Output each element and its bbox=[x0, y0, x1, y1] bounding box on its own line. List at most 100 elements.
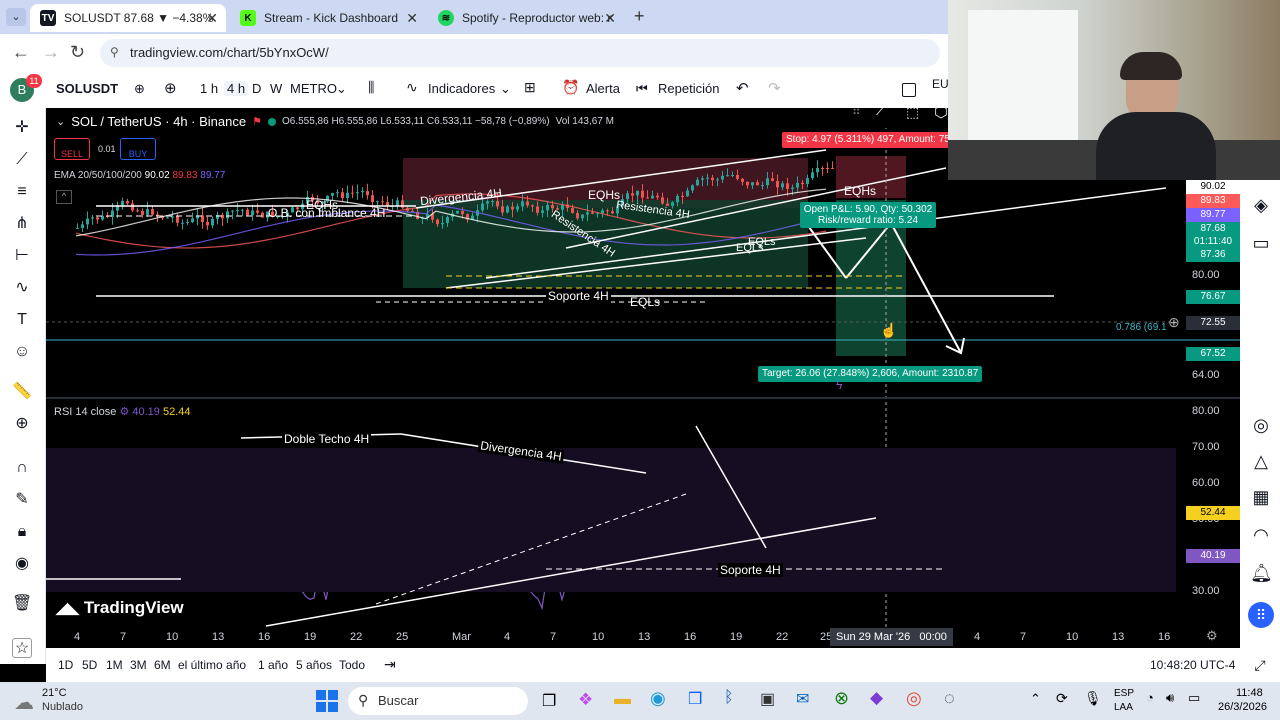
signal-icon[interactable]: ◠ bbox=[1250, 524, 1272, 546]
flag-icon[interactable]: ⚑ bbox=[252, 115, 262, 128]
taskbar-date[interactable]: 26/3/2026 bbox=[1218, 701, 1267, 713]
collapse-icon[interactable]: ⌄ bbox=[56, 115, 65, 128]
edge-icon[interactable]: ◉ bbox=[650, 688, 666, 709]
range-6m[interactable]: 6M bbox=[154, 658, 171, 672]
add-symbol-icon[interactable]: ⊕ bbox=[164, 79, 177, 97]
symbol-search[interactable]: SOLUSDT bbox=[56, 81, 118, 96]
redo-icon[interactable]: ↷ bbox=[768, 79, 781, 97]
date-range-icon[interactable]: ⇥ bbox=[384, 656, 396, 673]
pattern-icon[interactable]: ∿ bbox=[12, 278, 32, 298]
tab-spotify[interactable]: ≋ Spotify - Reproductor web: mú ✕ bbox=[428, 4, 624, 32]
bell-icon[interactable]: 🔔︎ bbox=[1250, 562, 1273, 584]
star-icon[interactable]: ☆ bbox=[12, 638, 32, 658]
chevron-down-icon[interactable]: ⌄ bbox=[500, 81, 511, 97]
magnet-icon[interactable]: ∩ bbox=[12, 458, 32, 478]
chart-type-select[interactable]: METRO bbox=[290, 81, 337, 96]
interval-d[interactable]: D bbox=[252, 81, 261, 96]
interval-1h[interactable]: 1 h bbox=[200, 81, 218, 96]
drag-handle-icon[interactable]: ⠿ bbox=[852, 108, 861, 118]
candles-icon[interactable]: ⫼ bbox=[368, 79, 374, 96]
axis-settings-icon[interactable]: ⚙ bbox=[1206, 628, 1218, 644]
tab-kick[interactable]: K Stream - Kick Dashboard ✕ bbox=[230, 4, 426, 32]
range-1d[interactable]: 1D bbox=[58, 658, 73, 672]
zoom-icon[interactable]: ⊕ bbox=[12, 414, 32, 434]
undo-icon[interactable]: ↶ bbox=[736, 79, 749, 97]
range-all[interactable]: Todo bbox=[339, 658, 365, 672]
crosshair-icon[interactable]: ✛ bbox=[12, 118, 32, 138]
taskbar-time[interactable]: 11:48 bbox=[1236, 687, 1263, 699]
start-button[interactable] bbox=[316, 690, 338, 712]
trendline-icon[interactable]: ⟋ bbox=[12, 150, 32, 170]
file-explorer-icon[interactable]: ▬ bbox=[614, 689, 631, 709]
lock-icon[interactable]: 🔒︎ bbox=[12, 522, 32, 542]
layout-icon[interactable] bbox=[902, 83, 916, 97]
wifi-icon[interactable]: ◔ bbox=[1146, 690, 1154, 705]
chart-canvas[interactable] bbox=[46, 108, 1240, 648]
horizontal-lines-icon[interactable]: ≡ bbox=[12, 182, 32, 202]
tray-overflow-icon[interactable]: ⌃ bbox=[1030, 691, 1041, 707]
trash-icon[interactable]: 🗑︎ bbox=[12, 594, 32, 614]
battery-icon[interactable]: ▭ bbox=[1188, 690, 1200, 706]
task-view-icon[interactable]: ❐ bbox=[542, 691, 556, 711]
dropbox-icon[interactable]: ❒ bbox=[688, 689, 702, 709]
rsi-settings-icon[interactable]: ⚙ bbox=[119, 406, 129, 418]
range-5y[interactable]: 5 años bbox=[296, 658, 332, 672]
xbox-icon[interactable]: ⊗ bbox=[834, 688, 849, 709]
pitchfork-icon[interactable]: ⋔ bbox=[12, 214, 32, 234]
indicators-button[interactable]: Indicadores bbox=[428, 81, 495, 96]
bottom-right-corner[interactable]: ⤢ bbox=[1240, 648, 1280, 682]
eye-icon[interactable]: ◉ bbox=[12, 554, 32, 574]
alert-button[interactable]: Alerta bbox=[586, 81, 620, 96]
range-ytd[interactable]: el último año bbox=[178, 658, 246, 672]
chart-pane[interactable]: ⌄ SOL / TetherUS · 4h · Binance ⚑ O6.555… bbox=[46, 108, 1240, 648]
fullscreen-icon[interactable]: ⤢ bbox=[1254, 657, 1265, 673]
chat-icon[interactable]: ▭ bbox=[1250, 232, 1272, 254]
url-field[interactable]: ⚲ tradingview.com/chart/5bYnxOcW/ bbox=[100, 39, 940, 67]
range-5d[interactable]: 5D bbox=[82, 658, 97, 672]
close-tab-icon[interactable]: ✕ bbox=[406, 10, 418, 27]
buy-button[interactable]: BUY bbox=[120, 138, 156, 160]
range-3m[interactable]: 3M bbox=[130, 658, 147, 672]
close-tab-icon[interactable]: ✕ bbox=[206, 10, 218, 27]
outlook-icon[interactable]: ✉ bbox=[796, 689, 809, 709]
new-tab-icon[interactable]: + bbox=[634, 6, 645, 27]
sell-button[interactable]: SELL bbox=[54, 138, 90, 160]
draw-mode-icon[interactable]: ✎ bbox=[12, 490, 32, 510]
projection-icon[interactable]: ⊢ bbox=[12, 246, 32, 266]
vs-icon[interactable]: ◆ bbox=[870, 688, 883, 708]
expand-legend-icon[interactable]: ^ bbox=[56, 190, 72, 204]
ruler-icon[interactable]: 📏 bbox=[12, 382, 32, 402]
close-tab-icon[interactable]: ✕ bbox=[604, 10, 616, 27]
interval-w[interactable]: W bbox=[270, 81, 282, 96]
chrome-icon[interactable]: ◎ bbox=[906, 688, 922, 709]
copilot-icon[interactable]: ❖ bbox=[578, 690, 593, 710]
weather-icon[interactable]: ☁ bbox=[14, 690, 34, 715]
interval-4h[interactable]: 4 h bbox=[224, 81, 249, 96]
replay-button[interactable]: Repetición bbox=[658, 81, 719, 96]
microphone-icon[interactable]: 🎙︎ bbox=[1084, 690, 1102, 707]
time-axis[interactable]: 4 7 10 13 16 19 22 25 Mar 4 7 10 13 16 19 22 25 4 7 10 13 16 bbox=[46, 628, 1240, 648]
store-icon[interactable]: ▣ bbox=[760, 689, 775, 709]
lightning-icon[interactable]: ϟ bbox=[836, 378, 842, 392]
back-icon[interactable]: ← bbox=[12, 42, 30, 63]
tray-sync-icon[interactable]: ⟳ bbox=[1056, 690, 1068, 707]
emoji-icon[interactable]: ☺ bbox=[12, 342, 32, 362]
rectangle-tool-icon[interactable]: ⬚ bbox=[906, 108, 919, 121]
templates-icon[interactable]: ⊞ bbox=[524, 79, 536, 96]
forward-icon[interactable]: → bbox=[42, 42, 60, 63]
add-level-icon[interactable]: ⊕ bbox=[1168, 314, 1180, 331]
reload-icon[interactable]: ↻ bbox=[70, 42, 85, 63]
site-info-icon[interactable]: ⚲ bbox=[110, 45, 119, 59]
range-1y[interactable]: 1 año bbox=[258, 658, 288, 672]
lang-label[interactable]: ESP bbox=[1114, 688, 1134, 699]
target-icon[interactable]: ◎ bbox=[1250, 414, 1272, 436]
calendar-icon[interactable]: ▦ bbox=[1250, 486, 1272, 508]
search-box[interactable]: ⚲ Buscar bbox=[348, 687, 528, 715]
bluetooth-app-icon[interactable]: ᛒ bbox=[724, 689, 734, 707]
range-1m[interactable]: 1M bbox=[106, 658, 123, 672]
compare-icon[interactable]: ⊕ bbox=[134, 81, 145, 97]
tab-tradingview[interactable]: TV SOLUSDT 87.68 ▼ −4.38% EUR ✕ bbox=[30, 4, 226, 32]
tab-list-dropdown-icon[interactable]: ⌄ bbox=[6, 8, 26, 26]
layers-icon[interactable]: ◈ bbox=[1250, 194, 1272, 216]
chevron-down-icon[interactable]: ⌄ bbox=[336, 81, 347, 97]
